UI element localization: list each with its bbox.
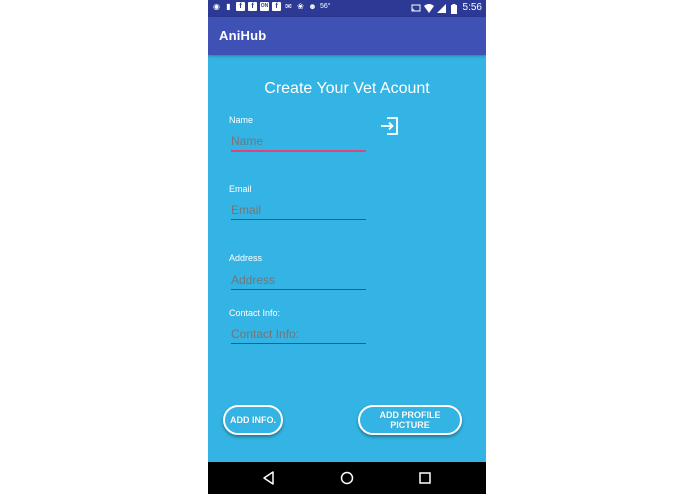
battery-icon	[450, 3, 459, 14]
contact-info-input[interactable]	[231, 325, 366, 344]
facebook-icon: f	[272, 2, 281, 11]
notification-icons: ◉ ▮ f f ON f ✉ ❀ ☻ 56°	[212, 2, 331, 11]
login-icon[interactable]	[378, 114, 402, 138]
news-icon: ON	[260, 2, 269, 11]
pinwheel-icon: ❀	[297, 2, 304, 11]
address-input[interactable]	[231, 271, 366, 290]
back-icon[interactable]	[261, 470, 277, 486]
recents-icon[interactable]	[417, 470, 433, 486]
video-icon: ▮	[226, 2, 231, 11]
add-info-button[interactable]: ADD INFO.	[223, 405, 283, 435]
contact-info-label: Contact Info:	[229, 308, 281, 318]
wifi-icon	[423, 3, 434, 13]
name-input[interactable]	[231, 132, 366, 152]
camera-icon: ◉	[213, 2, 220, 11]
navigation-bar	[208, 462, 486, 494]
character-icon: ☻	[308, 2, 317, 11]
signal-icon	[436, 3, 446, 13]
app-bar: AniHub	[208, 17, 486, 55]
address-label: Address	[229, 253, 263, 263]
temperature: 56°	[320, 3, 331, 10]
name-label: Name	[229, 115, 254, 125]
home-icon[interactable]	[339, 470, 355, 486]
email-label: Email	[229, 184, 252, 194]
status-time: 5:56	[462, 2, 482, 13]
status-bar: ◉ ▮ f f ON f ✉ ❀ ☻ 56° 5:56	[208, 0, 486, 17]
mail-icon: ✉	[285, 2, 292, 11]
cast-icon	[411, 4, 421, 13]
phone-screen: ◉ ▮ f f ON f ✉ ❀ ☻ 56° 5:56 AniHub Creat…	[208, 0, 486, 494]
facebook-icon: f	[236, 2, 245, 11]
system-icons: 5:56	[411, 2, 482, 14]
add-profile-picture-button[interactable]: ADD PROFILE PICTURE	[358, 405, 462, 435]
app-title: AniHub	[219, 28, 267, 43]
email-input[interactable]	[231, 201, 366, 220]
form-title: Create Your Vet Acount	[264, 80, 430, 97]
facebook-icon: f	[248, 2, 257, 11]
